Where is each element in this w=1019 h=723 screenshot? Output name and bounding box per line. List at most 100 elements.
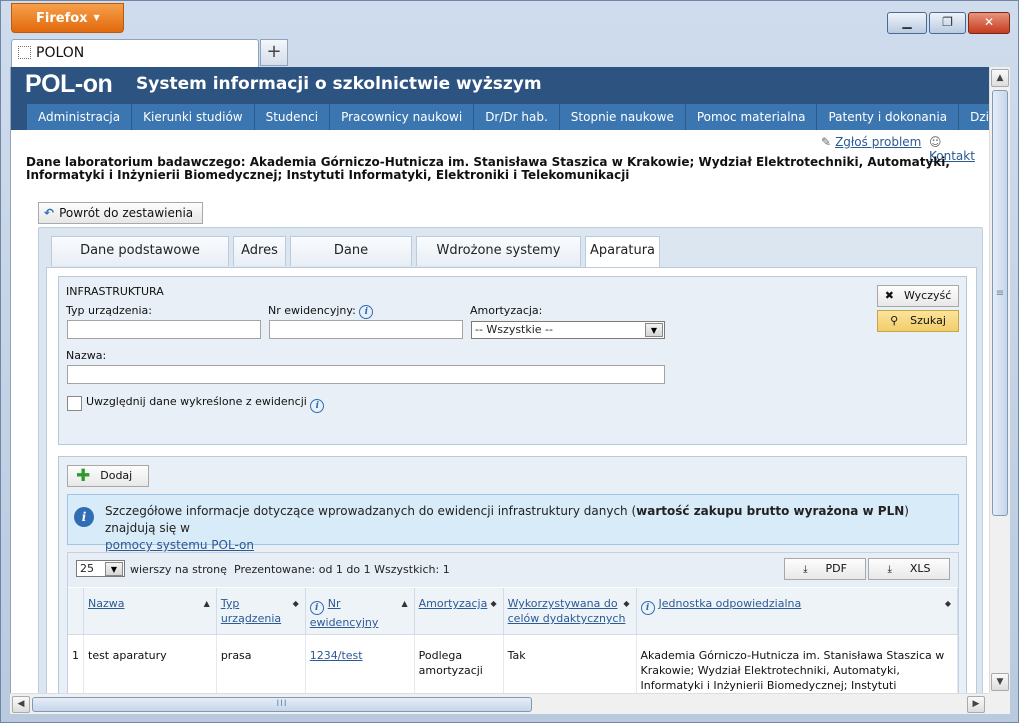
report-problem-link[interactable]: ✎ Zgłoś problem [821, 135, 921, 149]
column-header-nr[interactable]: i Nr ewidencyjny ▲ [305, 588, 415, 635]
table-row[interactable]: 1 test aparatury prasa 1234/test Podlega… [68, 634, 958, 693]
name-label: Nazwa: [66, 349, 107, 362]
nav-item-dzialania[interactable]: Działania upowsze [959, 104, 989, 130]
chevron-down-icon: ▼ [93, 13, 100, 22]
info-icon[interactable]: i [359, 305, 374, 319]
data-grid: 25 ▼ wierszy na stronę Prezentowane: od … [67, 552, 959, 693]
search-button-label: Szukaj [910, 314, 946, 327]
sort-link-typ[interactable]: Typ urządzenia [221, 597, 281, 625]
tab-adres[interactable]: Adres [233, 236, 286, 266]
new-tab-button[interactable]: + [260, 39, 288, 66]
amortization-label: Amortyzacja: [470, 304, 543, 317]
inventory-label-text: Nr ewidencyjny: [268, 304, 356, 317]
download-icon: ⤓ [887, 564, 892, 575]
nav-item-studenci[interactable]: Studenci [255, 104, 331, 130]
scroll-left-icon[interactable]: ◀ [12, 696, 30, 713]
column-header-amortyzacja[interactable]: Amortyzacja ◆ [414, 588, 504, 635]
plus-icon: ✚ [76, 466, 91, 486]
scroll-down-icon[interactable]: ▼ [991, 673, 1009, 691]
clear-button[interactable]: ✖ Wyczyść [877, 285, 959, 307]
tab-systemy-jakosci[interactable]: Wdrożone systemy jakości [416, 236, 581, 286]
browser-tab-title: POLON [36, 45, 85, 61]
filter-box: INFRASTRUKTURA Typ urządzenia: Nr ewiden… [58, 276, 967, 445]
minimize-icon: ▁ [902, 15, 912, 29]
nav-item-dr[interactable]: Dr/Dr hab. [474, 104, 560, 130]
nav-item-patenty[interactable]: Patenty i dokonania [817, 104, 960, 130]
horizontal-scrollbar[interactable]: ◀ III ▶ [10, 693, 989, 714]
cell-inventory: 1234/test [305, 634, 415, 693]
column-header-dydaktyka[interactable]: Wykorzystywana do celów dydaktycznych ◆ [503, 588, 637, 635]
amortization-select[interactable]: -- Wszystkie -- ▼ [471, 321, 665, 339]
back-button[interactable]: ↶ Powrót do zestawienia [38, 202, 204, 224]
close-icon: ✕ [983, 15, 995, 29]
browser-tab[interactable]: POLON [11, 39, 259, 67]
pdf-label: PDF [825, 562, 847, 575]
restore-icon: ❐ [942, 15, 953, 29]
tab-dane-laboratorium[interactable]: Dane laboratorium [290, 236, 412, 286]
search-button[interactable]: ⚲ Szukaj [877, 310, 959, 332]
include-deleted-label: Uwzględnij dane wykreślone z ewidencji i [86, 395, 325, 413]
page-size-value: 25 [80, 562, 94, 575]
data-table: Nazwa ▲ Typ urządzenia ◆ i Nr ewidencyjny ▲ … [68, 588, 958, 693]
inventory-input[interactable] [269, 320, 463, 339]
help-link[interactable]: pomocy systemu POL-on [105, 538, 254, 552]
clear-x-icon: ✖ [884, 289, 894, 302]
page-size-select[interactable]: 25 ▼ [76, 560, 125, 577]
scroll-thumb[interactable]: ≡ [992, 90, 1008, 516]
comment-icon: ✎ [821, 135, 832, 149]
export-pdf-button[interactable]: ⤓ PDF [784, 558, 866, 580]
info-icon[interactable]: i [640, 601, 655, 615]
sort-link-amortyzacja[interactable]: Amortyzacja [419, 597, 488, 610]
nav-item-stopnie[interactable]: Stopnie naukowe [560, 104, 686, 130]
name-input[interactable] [67, 365, 665, 384]
notice-text-bold: wartość zakupu brutto wyrażona w PLN [636, 504, 905, 518]
report-problem-label: Zgłoś problem [835, 135, 922, 149]
include-deleted-label-text: Uwzględnij dane wykreślone z ewidencji [86, 395, 307, 408]
scroll-right-icon[interactable]: ▶ [967, 696, 985, 713]
info-icon[interactable]: i [309, 601, 324, 615]
download-icon: ⤓ [803, 564, 808, 575]
row-number-header [68, 588, 84, 635]
device-type-input[interactable] [67, 320, 261, 339]
column-header-jednostka[interactable]: i Jednostka odpowiedzialna ◆ [636, 588, 958, 635]
vertical-scrollbar[interactable]: ▲ ≡ ▼ [989, 67, 1010, 693]
back-button-label: Powrót do zestawienia [59, 206, 194, 220]
close-window-button[interactable]: ✕ [968, 12, 1010, 34]
polon-logo[interactable]: POL-on [25, 70, 113, 99]
sort-link-dydaktyka[interactable]: Wykorzystywana do celów dydaktycznych [508, 597, 626, 625]
nav-item-kierunki[interactable]: Kierunki studiów [132, 104, 255, 130]
firefox-menu-label: Firefox [36, 11, 88, 26]
nav-item-administracja[interactable]: Administracja [27, 104, 133, 130]
column-header-nazwa[interactable]: Nazwa ▲ [83, 588, 217, 635]
dropdown-arrow-icon: ▼ [105, 562, 123, 576]
scroll-up-icon[interactable]: ▲ [991, 69, 1009, 87]
nav-item-pracownicy[interactable]: Pracownicy naukowi [330, 104, 475, 130]
back-arrow-icon: ↶ [44, 206, 55, 220]
add-button[interactable]: ✚ Dodaj [67, 465, 149, 487]
dropdown-arrow-icon: ▼ [645, 323, 663, 337]
nav-item-pomoc[interactable]: Pomoc materialna [686, 104, 818, 130]
maximize-button[interactable]: ❐ [929, 12, 966, 34]
sort-asc-icon: ▲ [203, 599, 210, 608]
app-header: POL-on System informacji o szkolnictwie … [11, 67, 989, 104]
tab-aparatura[interactable]: Aparatura [585, 236, 660, 268]
cell-unit: Akademia Górniczo-Hutnicza im. Stanisław… [636, 634, 958, 693]
sort-link-nazwa[interactable]: Nazwa [88, 597, 124, 610]
scroll-corner [989, 693, 1010, 714]
cell-didactic: Tak [503, 634, 637, 693]
main-nav: Administracja Kierunki studiów Studenci Pra… [11, 104, 989, 130]
clear-button-label: Wyczyść [903, 289, 952, 302]
firefox-menu-button[interactable]: Firefox ▼ [11, 3, 124, 33]
minimize-button[interactable]: ▁ [887, 12, 927, 34]
export-xls-button[interactable]: ⤓ XLS [868, 558, 950, 580]
results-box: ✚ Dodaj i Szczegółowe informacje dotycząc… [58, 456, 967, 693]
sort-link-jednostka[interactable]: Jednostka odpowiedzialna [659, 597, 802, 610]
info-icon[interactable]: i [310, 399, 325, 413]
horizontal-scroll-thumb[interactable]: III [32, 697, 532, 712]
cell-name: test aparatury [83, 634, 217, 693]
inventory-link[interactable]: 1234/test [310, 649, 363, 662]
tab-dane-podstawowe[interactable]: Dane podstawowe jednostki [51, 236, 229, 286]
search-icon: ⚲ [890, 314, 899, 327]
include-deleted-checkbox[interactable] [67, 396, 82, 411]
column-header-typ[interactable]: Typ urządzenia ◆ [216, 588, 306, 635]
